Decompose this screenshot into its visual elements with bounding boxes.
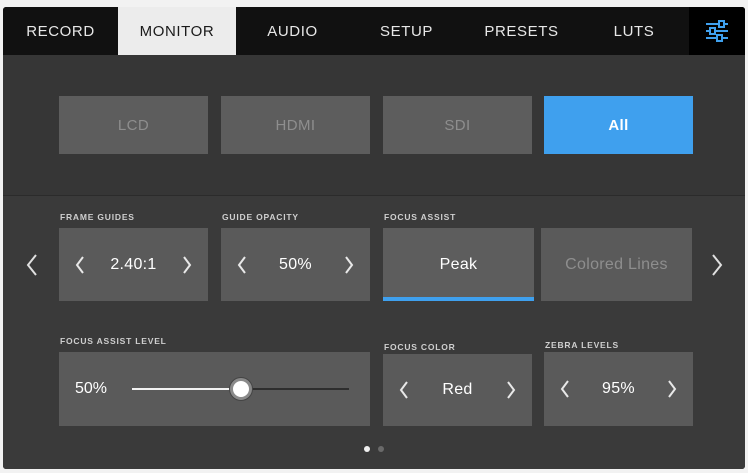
zebra-levels-decrement[interactable] (548, 352, 582, 426)
tab-record[interactable]: RECORD (3, 7, 118, 55)
tab-audio[interactable]: AUDIO (236, 7, 349, 55)
page-dot[interactable] (364, 446, 370, 452)
focus-assist-label: FOCUS ASSIST (384, 212, 457, 222)
chevron-right-icon (668, 380, 677, 398)
frame-guides-decrement[interactable] (63, 228, 97, 301)
guide-opacity-increment[interactable] (332, 228, 366, 301)
output-sdi-button[interactable]: SDI (383, 96, 532, 154)
output-lcd-button[interactable]: LCD (59, 96, 208, 154)
frame-guides-stepper: 2.40:1 (59, 228, 208, 301)
chevron-left-icon (399, 381, 408, 399)
slider-thumb[interactable] (229, 378, 252, 400)
focus-assist-level-label: FOCUS ASSIST LEVEL (60, 336, 167, 346)
tab-presets[interactable]: PRESETS (464, 7, 579, 55)
settings-tab-button[interactable] (689, 7, 745, 55)
focus-color-stepper: Red (383, 354, 532, 426)
slider-track[interactable] (132, 378, 349, 400)
previous-page-arrow[interactable] (17, 235, 47, 295)
tab-luts[interactable]: LUTS (579, 7, 689, 55)
focus-color-label: FOCUS COLOR (384, 342, 456, 352)
focus-assist-level-slider-card: 50% (59, 352, 370, 426)
focus-color-increment[interactable] (494, 354, 528, 426)
monitor-settings-screen: RECORD MONITOR AUDIO SETUP PRESETS LUTS … (3, 7, 745, 469)
focus-assist-colored-lines-option[interactable]: Colored Lines (541, 228, 692, 301)
zebra-levels-increment[interactable] (655, 352, 689, 426)
chevron-right-icon (712, 254, 723, 276)
chevron-right-icon (183, 255, 192, 274)
output-all-button[interactable]: All (544, 96, 693, 154)
tab-setup[interactable]: SETUP (349, 7, 464, 55)
slider-fill (132, 388, 241, 390)
zebra-levels-stepper: 95% (544, 352, 693, 426)
page-indicator (3, 446, 745, 454)
page-dot[interactable] (378, 446, 384, 452)
focus-assist-peak-label: Peak (439, 255, 478, 273)
guide-opacity-stepper: 50% (221, 228, 370, 301)
focus-assist-colored-lines-label: Colored Lines (565, 255, 668, 273)
guide-opacity-decrement[interactable] (225, 228, 259, 301)
chevron-left-icon (75, 255, 84, 274)
zebra-levels-label: ZEBRA LEVELS (545, 340, 619, 350)
chevron-left-icon (237, 255, 246, 274)
tab-bar: RECORD MONITOR AUDIO SETUP PRESETS LUTS (3, 7, 745, 55)
chevron-left-icon (26, 254, 37, 276)
next-page-arrow[interactable] (702, 235, 732, 295)
chevron-left-icon (560, 380, 569, 398)
chevron-right-icon (345, 255, 354, 274)
focus-color-decrement[interactable] (387, 354, 421, 426)
guide-opacity-label: GUIDE OPACITY (222, 212, 299, 222)
frame-guides-label: FRAME GUIDES (60, 212, 135, 222)
tab-monitor[interactable]: MONITOR (118, 7, 236, 55)
output-hdmi-button[interactable]: HDMI (221, 96, 370, 154)
focus-assist-level-value: 50% (75, 380, 108, 397)
frame-guides-increment[interactable] (170, 228, 204, 301)
sliders-icon (706, 20, 728, 42)
focus-assist-peak-option[interactable]: Peak (383, 228, 534, 301)
selected-indicator (383, 297, 534, 301)
chevron-right-icon (507, 381, 516, 399)
